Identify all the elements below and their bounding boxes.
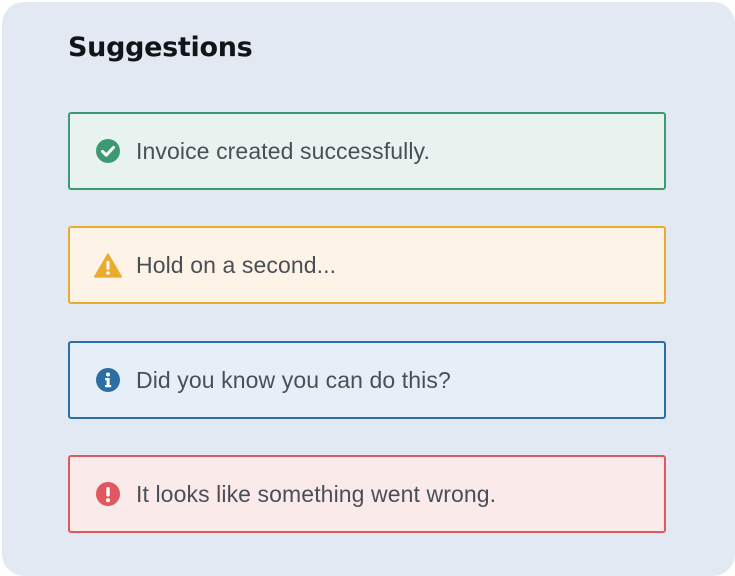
check-circle-icon (94, 137, 122, 165)
alert-message: Did you know you can do this? (136, 366, 451, 393)
info-circle-icon (94, 366, 122, 394)
error-alert: It looks like something went wrong. (68, 455, 666, 533)
suggestions-panel: Suggestions Invoice created successfully… (2, 2, 735, 576)
warning-alert: Hold on a second... (68, 226, 666, 304)
success-alert: Invoice created successfully. (68, 112, 666, 190)
alert-message: It looks like something went wrong. (136, 480, 497, 507)
warning-triangle-icon (94, 251, 122, 279)
info-alert: Did you know you can do this? (68, 341, 666, 419)
section-title: Suggestions (68, 32, 253, 63)
alert-message: Hold on a second... (136, 251, 337, 278)
exclamation-circle-icon (94, 480, 122, 508)
alert-message: Invoice created successfully. (136, 137, 430, 164)
